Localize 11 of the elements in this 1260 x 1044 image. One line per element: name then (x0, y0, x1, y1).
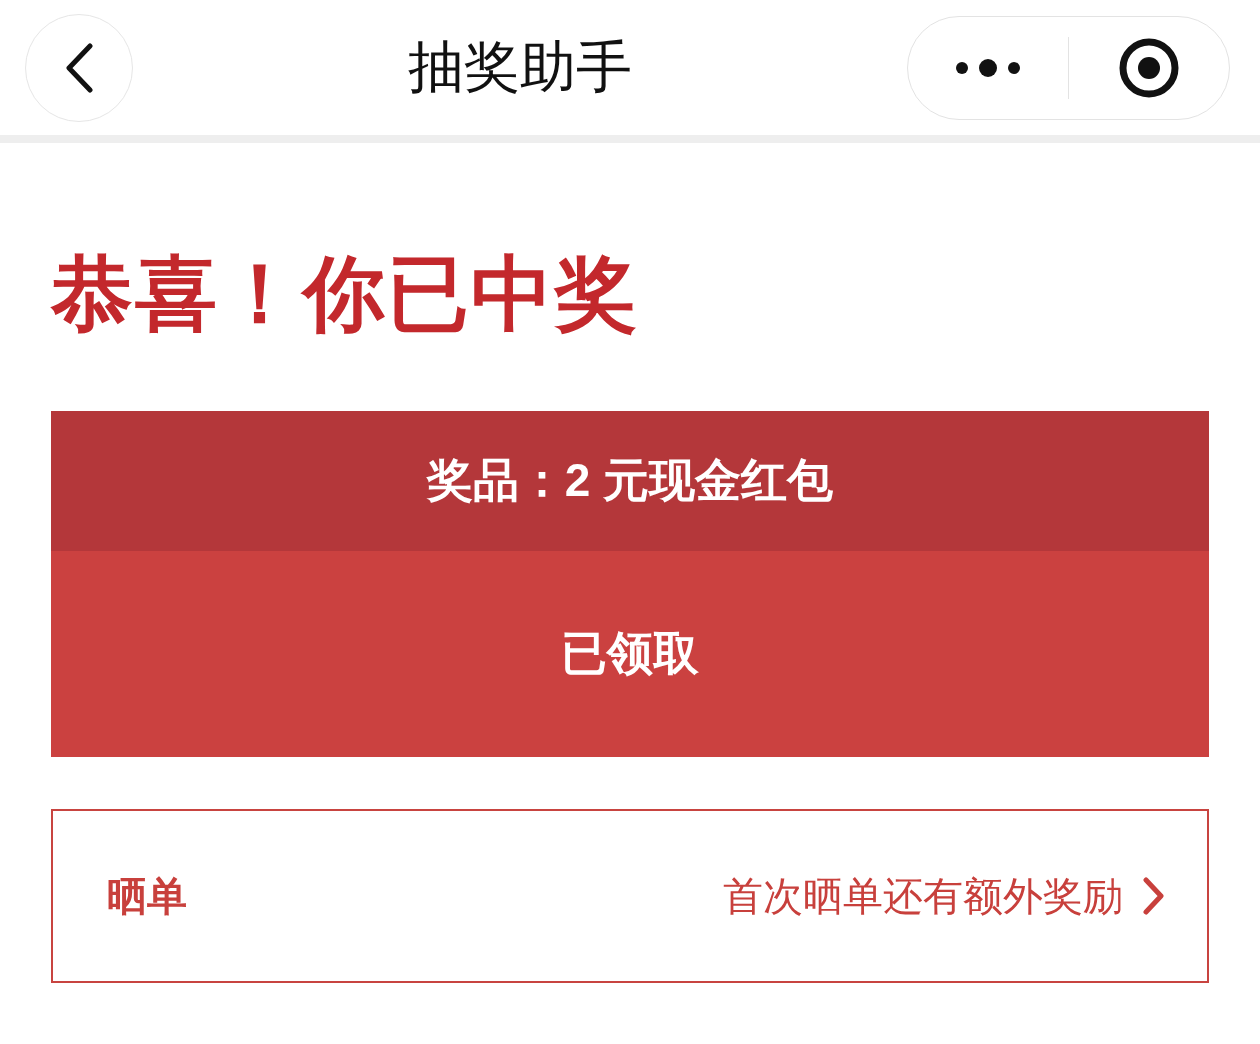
prize-label: 奖品：2 元现金红包 (51, 411, 1209, 551)
headline: 恭喜！你已中奖 (51, 244, 640, 343)
back-icon (64, 42, 94, 93)
share-hint: 首次晒单还有额外奖励 (723, 872, 1123, 920)
page-title: 抽奖助手 (408, 33, 632, 100)
more-icon (955, 58, 1021, 77)
chevron-icon (1143, 877, 1165, 915)
share-label: 晒单 (107, 872, 187, 920)
target-icon (1118, 36, 1180, 99)
share-row[interactable]: 晒单 首次晒单还有额外奖励 (51, 809, 1209, 983)
claimed-status: 已领取 (51, 551, 1209, 757)
